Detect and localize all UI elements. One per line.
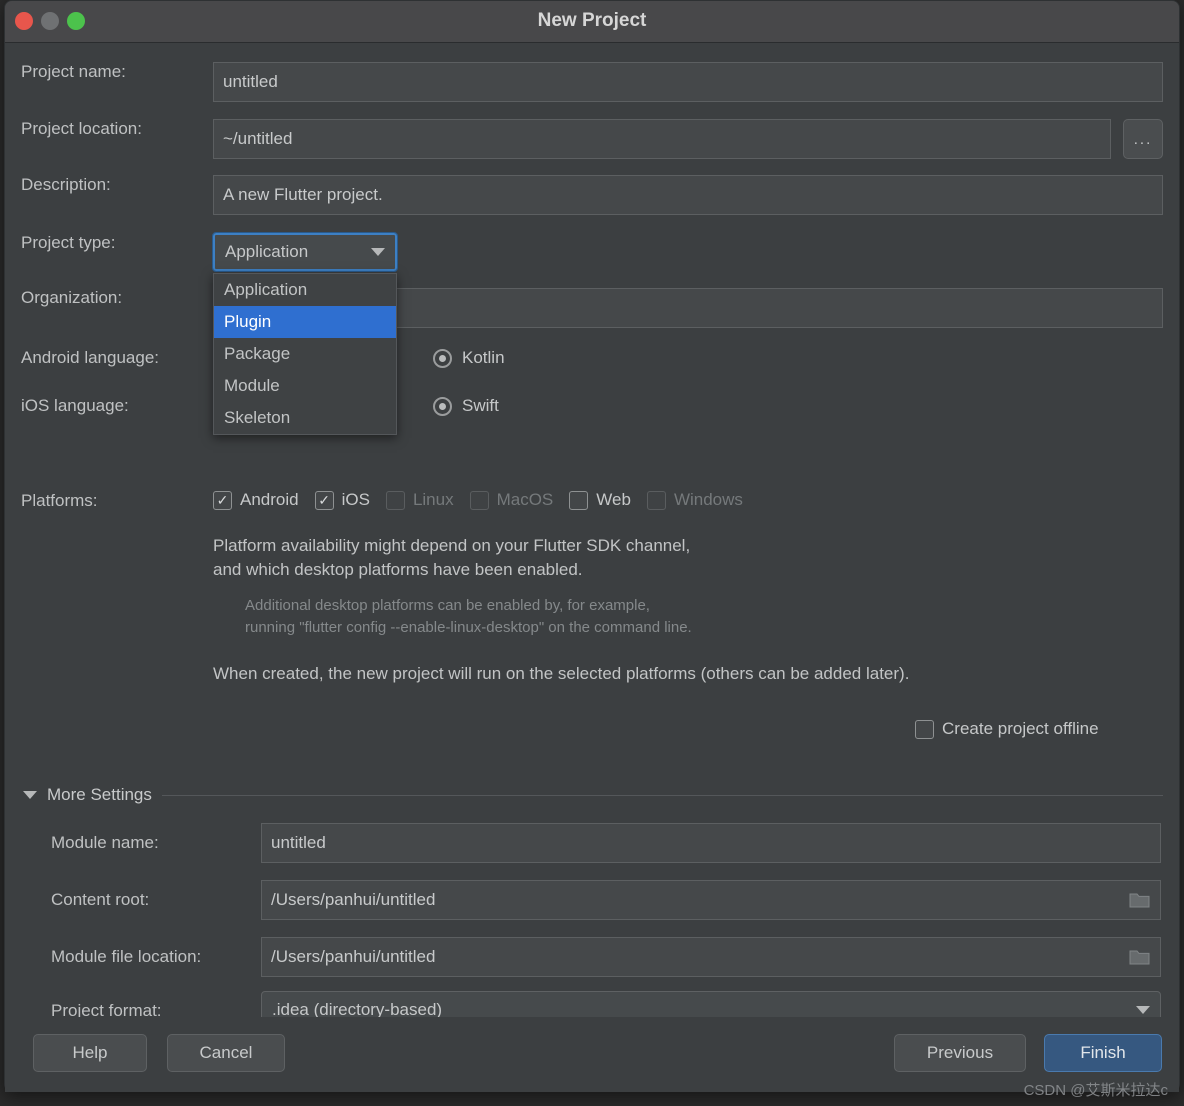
chevron-down-icon [1136, 1006, 1150, 1014]
more-settings-title: More Settings [47, 785, 152, 804]
dropdown-option-package[interactable]: Package [214, 338, 396, 370]
module-name-row: Module name: [51, 833, 159, 853]
project-type-combobox[interactable]: Application [212, 232, 398, 272]
ios-language-label: iOS language: [21, 396, 129, 415]
project-type-dropdown-menu[interactable]: Application Plugin Package Module Skelet… [213, 273, 397, 435]
checkbox-unchecked-icon [646, 490, 666, 510]
ios-language-swift-label: Swift [462, 396, 499, 415]
module-name-value: untitled [271, 833, 326, 852]
module-name-input[interactable]: untitled [261, 823, 1161, 863]
content-root-label: Content root: [51, 890, 150, 909]
module-name-label: Module name: [51, 833, 159, 852]
project-location-input[interactable]: ~/untitled [213, 119, 1111, 159]
checkbox-unchecked-icon [569, 490, 589, 510]
dialog-footer: Help Cancel Previous Finish [5, 1017, 1179, 1091]
content-root-input[interactable]: /Users/panhui/untitled [261, 880, 1161, 920]
description-value: A new Flutter project. [223, 185, 383, 204]
platform-label-macos: MacOS [496, 490, 554, 509]
project-type-row: Project type: [21, 233, 213, 253]
finish-button[interactable]: Finish [1044, 1034, 1162, 1072]
platform-checkbox-ios[interactable]: ✓ iOS [314, 490, 370, 510]
description-input[interactable]: A new Flutter project. [213, 175, 1163, 215]
platform-label-ios: iOS [341, 490, 370, 509]
create-project-offline-label: Create project offline [942, 719, 1099, 738]
ios-language-row: iOS language: [21, 396, 213, 416]
project-location-label: Project location: [21, 119, 142, 138]
project-name-input[interactable]: untitled [213, 62, 1163, 102]
organization-row: Organization: [21, 288, 213, 308]
ios-language-swift-radio[interactable]: Swift [433, 396, 499, 416]
dialog-content: Project name: untitled Project location:… [5, 43, 1179, 1092]
platform-checkbox-web[interactable]: Web [569, 490, 631, 510]
content-root-row: Content root: [51, 890, 149, 910]
project-location-value: ~/untitled [223, 129, 293, 148]
description-row: Description: [21, 175, 213, 195]
checkbox-checked-icon: ✓ [213, 490, 232, 510]
checkbox-unchecked-icon [469, 490, 489, 510]
help-button[interactable]: Help [33, 1034, 147, 1072]
platform-label-android: Android [240, 490, 299, 509]
android-language-label: Android language: [21, 348, 160, 367]
radio-selected-icon [433, 396, 452, 416]
project-location-browse-button[interactable]: ... [1123, 119, 1163, 159]
module-file-location-input[interactable]: /Users/panhui/untitled [261, 937, 1161, 977]
project-creation-note: When created, the new project will run o… [213, 664, 910, 683]
platforms-row: Platforms: [21, 491, 213, 511]
ellipsis-icon: ... [1133, 130, 1153, 148]
previous-button[interactable]: Previous [894, 1034, 1026, 1072]
project-name-row: Project name: [21, 62, 213, 82]
dropdown-option-module[interactable]: Module [214, 370, 396, 402]
module-file-location-value: /Users/panhui/untitled [271, 947, 436, 966]
dropdown-option-plugin[interactable]: Plugin [214, 306, 396, 338]
module-file-location-row: Module file location: [51, 947, 201, 967]
android-language-row: Android language: [21, 348, 213, 368]
module-file-location-label: Module file location: [51, 947, 202, 966]
platform-checkbox-linux: Linux [385, 490, 454, 510]
watermark-text: CSDN @艾斯米拉达c [1023, 1082, 1168, 1099]
new-project-dialog: New Project Project name: untitled Proje… [4, 0, 1180, 1092]
dropdown-option-application[interactable]: Application [214, 274, 396, 306]
platform-availability-note: Platform availability might depend on yo… [213, 536, 691, 579]
folder-icon[interactable] [1129, 948, 1151, 966]
triangle-down-icon [23, 791, 37, 799]
platforms-checkbox-group: ✓ Android ✓ iOS Linux MacOS Web Windows [213, 490, 759, 510]
cancel-button[interactable]: Cancel [167, 1034, 285, 1072]
android-language-kotlin-label: Kotlin [462, 348, 505, 367]
project-name-label: Project name: [21, 62, 126, 81]
window-titlebar: New Project [5, 1, 1179, 43]
checkbox-unchecked-icon [915, 719, 934, 739]
project-location-row: Project location: [21, 119, 213, 139]
android-language-kotlin-radio[interactable]: Kotlin [433, 348, 505, 368]
platform-label-web: Web [596, 490, 631, 509]
dropdown-option-skeleton[interactable]: Skeleton [214, 402, 396, 434]
platform-checkbox-macos: MacOS [469, 490, 554, 510]
project-type-label: Project type: [21, 233, 116, 252]
create-project-offline-checkbox[interactable]: Create project offline [915, 719, 1099, 739]
folder-icon[interactable] [1129, 891, 1151, 909]
platform-checkbox-windows: Windows [646, 490, 743, 510]
platform-label-windows: Windows [673, 490, 743, 509]
checkbox-unchecked-icon [385, 490, 405, 510]
platform-enable-hint: Additional desktop platforms can be enab… [245, 597, 692, 636]
platforms-label: Platforms: [21, 491, 98, 510]
organization-label: Organization: [21, 288, 123, 307]
content-root-value: /Users/panhui/untitled [271, 890, 436, 909]
project-type-value: Application [225, 242, 309, 261]
window-title: New Project [537, 10, 647, 31]
platform-checkbox-android[interactable]: ✓ Android [213, 490, 299, 510]
platform-label-linux: Linux [412, 490, 454, 509]
more-settings-header[interactable]: More Settings [23, 785, 1163, 805]
description-label: Description: [21, 175, 111, 194]
chevron-down-icon [371, 248, 385, 256]
checkbox-checked-icon: ✓ [314, 490, 334, 510]
radio-selected-icon [433, 348, 452, 368]
section-divider [161, 794, 1163, 796]
project-name-value: untitled [223, 72, 278, 91]
